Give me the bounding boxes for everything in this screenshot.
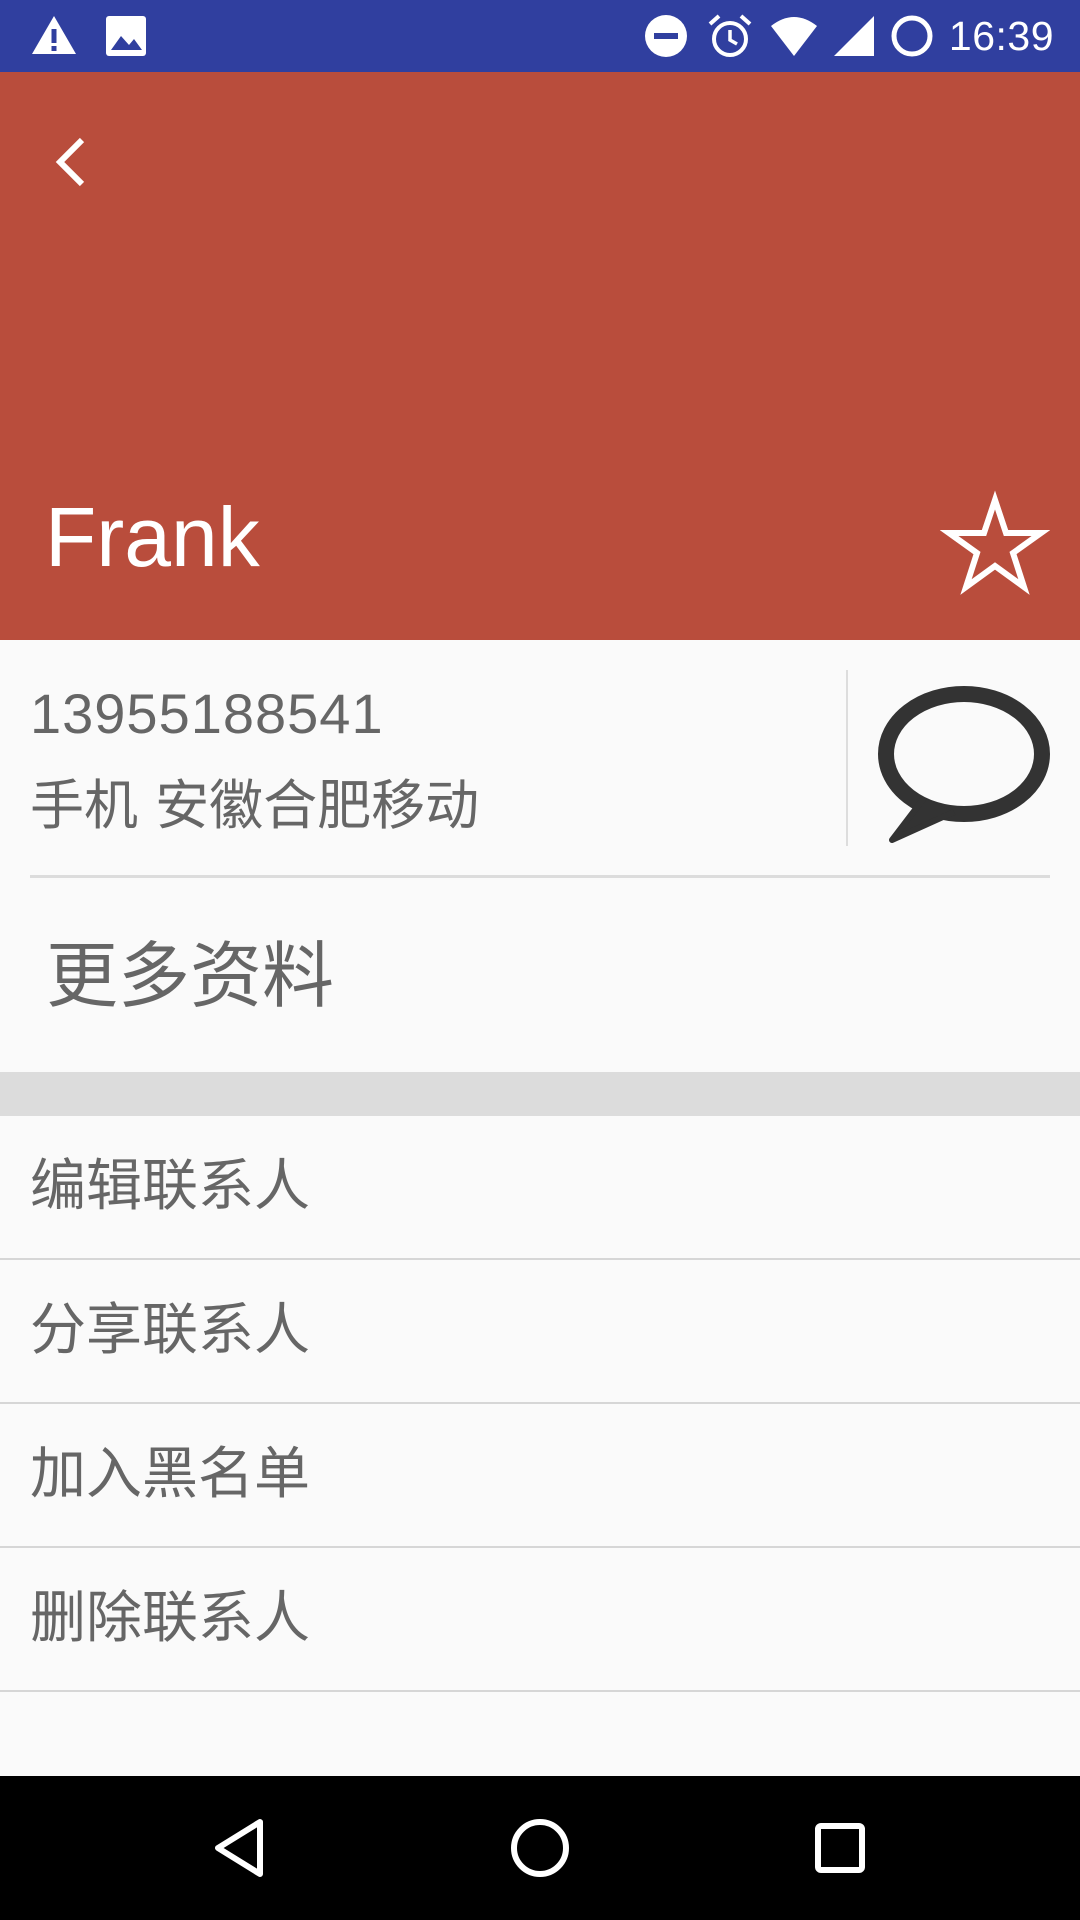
nav-home-icon[interactable]	[504, 1812, 576, 1884]
add-to-blacklist-item[interactable]: 加入黑名单	[0, 1404, 1080, 1548]
alarm-icon	[708, 14, 752, 57]
vertical-divider	[846, 670, 848, 846]
image-icon	[106, 16, 146, 56]
contact-header: Frank	[0, 72, 1080, 640]
action-label: 编辑联系人	[30, 1154, 310, 1219]
contact-name: Frank	[45, 490, 260, 584]
contact-detail-screen: 16:39 Frank 13955188541 手机 安徽合肥移动 更多资料 编…	[0, 0, 1080, 1920]
star-outline-icon[interactable]	[940, 490, 1050, 600]
navigation-bar	[0, 1776, 1080, 1920]
delete-contact-item[interactable]: 删除联系人	[0, 1548, 1080, 1692]
speech-bubble-icon[interactable]	[872, 680, 1054, 846]
share-contact-item[interactable]: 分享联系人	[0, 1260, 1080, 1404]
wifi-icon	[771, 17, 817, 56]
more-info-row[interactable]: 更多资料	[0, 878, 1080, 1072]
do-not-disturb-icon	[645, 15, 687, 57]
action-list: 编辑联系人 分享联系人 加入黑名单 删除联系人	[0, 1116, 1080, 1692]
status-clock: 16:39	[948, 13, 1054, 59]
edit-contact-item[interactable]: 编辑联系人	[0, 1116, 1080, 1260]
nav-back-icon[interactable]	[204, 1812, 276, 1884]
action-label: 加入黑名单	[30, 1442, 310, 1507]
status-bar: 16:39	[0, 0, 1080, 72]
back-chevron-icon[interactable]	[34, 124, 110, 200]
phone-number: 13955188541	[30, 682, 384, 745]
action-label: 分享联系人	[30, 1298, 310, 1363]
section-separator	[0, 1072, 1080, 1116]
signal-icon	[834, 16, 874, 56]
more-info-label: 更多资料	[46, 934, 335, 1018]
action-label: 删除联系人	[30, 1586, 310, 1651]
phone-type-carrier: 手机 安徽合肥移动	[30, 774, 480, 837]
battery-icon	[891, 15, 933, 57]
nav-recents-icon[interactable]	[804, 1812, 876, 1884]
phone-row[interactable]: 13955188541 手机 安徽合肥移动	[0, 640, 1080, 878]
warning-icon	[32, 16, 76, 54]
